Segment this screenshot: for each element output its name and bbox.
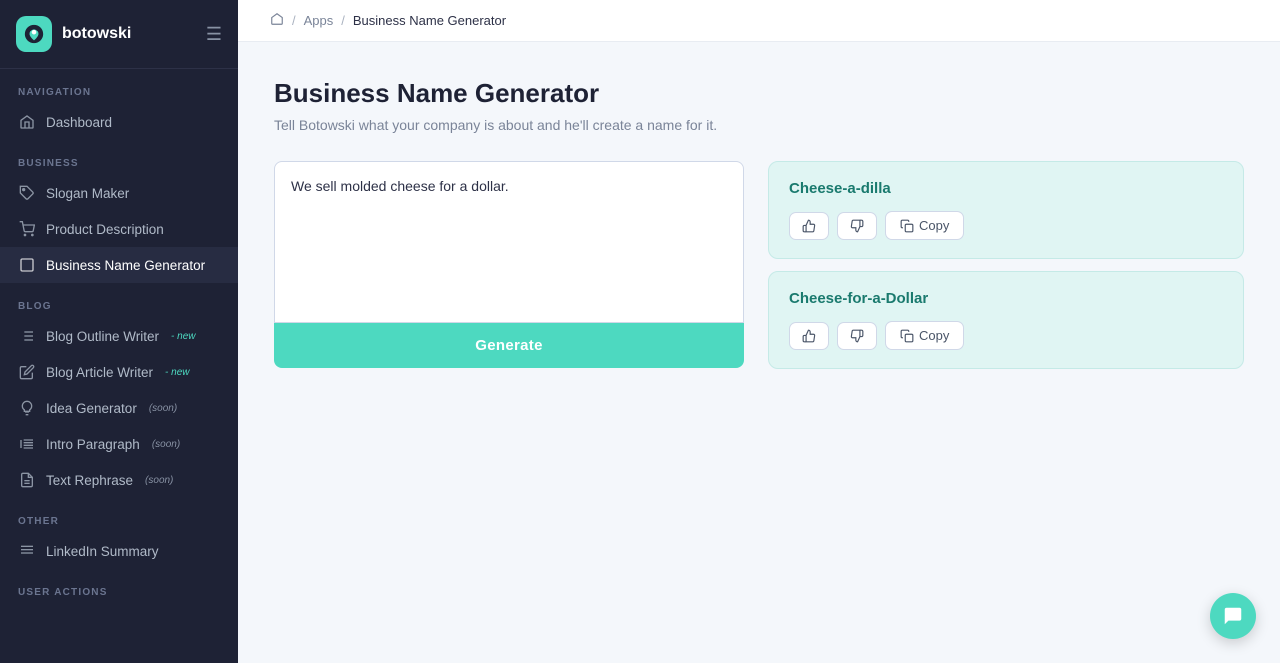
sidebar-item-idea-generator[interactable]: Idea Generator (soon) [0, 390, 238, 426]
sidebar-item-label: Intro Paragraph [46, 437, 140, 452]
dislike-button-2[interactable] [837, 322, 877, 350]
sidebar-item-intro-paragraph[interactable]: Intro Paragraph (soon) [0, 426, 238, 462]
sidebar-item-label: Blog Article Writer [46, 365, 153, 380]
badge-soon: (soon) [149, 403, 177, 414]
home-icon [18, 113, 36, 131]
breadcrumb-sep-2: / [341, 13, 345, 28]
lines-icon [18, 542, 36, 560]
result-name-2: Cheese-for-a-Dollar [789, 290, 1223, 307]
badge-soon: (soon) [152, 439, 180, 450]
logo-icon [16, 16, 52, 52]
results-column: Cheese-a-dilla Copy [768, 161, 1244, 369]
sidebar-item-blog-article-writer[interactable]: Blog Article Writer - new [0, 354, 238, 390]
result-name-1: Cheese-a-dilla [789, 180, 1223, 197]
sidebar-item-label: Text Rephrase [46, 473, 133, 488]
paragraph-icon [18, 435, 36, 453]
chat-bubble[interactable] [1210, 593, 1256, 639]
sidebar-item-linkedin-summary[interactable]: LinkedIn Summary [0, 533, 238, 569]
prompt-textarea[interactable] [274, 161, 744, 323]
hamburger-icon[interactable]: ☰ [206, 24, 222, 45]
page-title: Business Name Generator [274, 78, 1244, 109]
sidebar-item-business-name-generator[interactable]: Business Name Generator [0, 247, 238, 283]
file-icon [18, 471, 36, 489]
sidebar: botowski ☰ NAVIGATION Dashboard BUSINESS… [0, 0, 238, 663]
breadcrumb-apps[interactable]: Apps [304, 13, 334, 28]
sidebar-item-label: Product Description [46, 222, 164, 237]
tag-icon [18, 184, 36, 202]
main-content: / Apps / Business Name Generator Busines… [238, 0, 1280, 663]
sidebar-item-label: LinkedIn Summary [46, 544, 159, 559]
result-actions-2: Copy [789, 321, 1223, 350]
generate-button[interactable]: Generate [274, 323, 744, 368]
page-content: Business Name Generator Tell Botowski wh… [238, 42, 1280, 663]
content-area: Generate Cheese-a-dilla [274, 161, 1244, 369]
sidebar-header: botowski ☰ [0, 0, 238, 69]
sidebar-item-label: Blog Outline Writer [46, 329, 159, 344]
logo-text: botowski [62, 25, 131, 43]
section-other: OTHER [0, 498, 238, 533]
badge-soon: (soon) [145, 475, 173, 486]
dislike-button-1[interactable] [837, 212, 877, 240]
sidebar-item-text-rephrase[interactable]: Text Rephrase (soon) [0, 462, 238, 498]
sidebar-item-label: Idea Generator [46, 401, 137, 416]
sidebar-item-product-description[interactable]: Product Description [0, 211, 238, 247]
section-navigation: NAVIGATION [0, 69, 238, 104]
sidebar-item-label: Business Name Generator [46, 258, 205, 273]
result-card-1: Cheese-a-dilla Copy [768, 161, 1244, 259]
sidebar-item-label: Slogan Maker [46, 186, 129, 201]
sidebar-item-label: Dashboard [46, 115, 112, 130]
edit-icon [18, 363, 36, 381]
sidebar-item-dashboard[interactable]: Dashboard [0, 104, 238, 140]
section-user-actions: USER ACTIONS [0, 569, 238, 604]
copy-button-1[interactable]: Copy [885, 211, 964, 240]
input-column: Generate [274, 161, 744, 368]
result-card-2: Cheese-for-a-Dollar Copy [768, 271, 1244, 369]
logo-area: botowski [16, 16, 131, 52]
breadcrumb: / Apps / Business Name Generator [238, 0, 1280, 42]
square-icon [18, 256, 36, 274]
like-button-1[interactable] [789, 212, 829, 240]
list-icon [18, 327, 36, 345]
sidebar-item-blog-outline-writer[interactable]: Blog Outline Writer - new [0, 318, 238, 354]
lightbulb-icon [18, 399, 36, 417]
section-business: BUSINESS [0, 140, 238, 175]
section-blog: BLOG [0, 283, 238, 318]
badge-new: - new [171, 331, 195, 342]
home-breadcrumb-icon [270, 12, 284, 29]
page-subtitle: Tell Botowski what your company is about… [274, 117, 1244, 133]
like-button-2[interactable] [789, 322, 829, 350]
breadcrumb-current: Business Name Generator [353, 13, 506, 28]
badge-new: - new [165, 367, 189, 378]
breadcrumb-sep-1: / [292, 13, 296, 28]
result-actions-1: Copy [789, 211, 1223, 240]
copy-button-2[interactable]: Copy [885, 321, 964, 350]
sidebar-item-slogan-maker[interactable]: Slogan Maker [0, 175, 238, 211]
shopping-cart-icon [18, 220, 36, 238]
